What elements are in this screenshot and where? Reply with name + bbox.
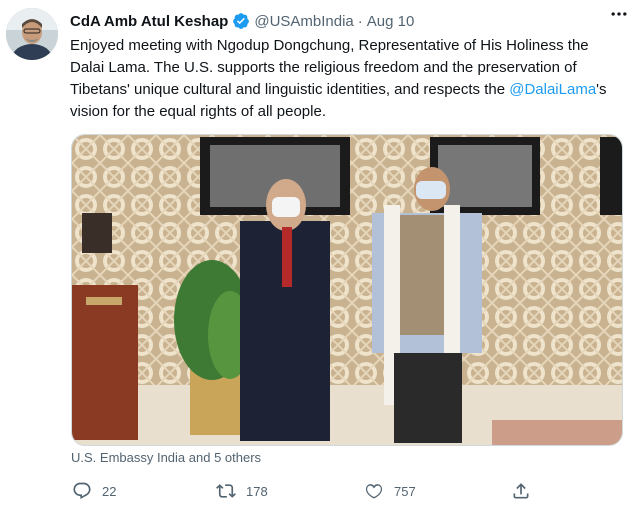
avatar-image <box>6 8 58 60</box>
media-tag-caption[interactable]: U.S. Embassy India and 5 others <box>71 450 261 465</box>
heart-icon <box>365 484 383 499</box>
author-avatar[interactable] <box>6 8 58 60</box>
retweet-icon <box>216 484 236 498</box>
reply-button[interactable]: 22 <box>72 481 116 501</box>
meeting-photo <box>72 135 622 445</box>
verified-badge-icon <box>232 12 250 30</box>
header-separator: · <box>357 12 363 30</box>
share-button[interactable] <box>511 481 531 501</box>
mention-link[interactable]: @DalaiLama <box>509 81 596 98</box>
retweet-button[interactable]: 178 <box>216 481 268 501</box>
reply-icon <box>73 482 91 499</box>
tweet-date[interactable]: Aug 10 <box>367 13 415 30</box>
reply-count: 22 <box>102 483 117 499</box>
share-icon <box>513 483 529 499</box>
author-name[interactable]: CdA Amb Atul Keshap <box>70 13 228 30</box>
like-count: 757 <box>394 483 416 499</box>
more-horizontal-icon <box>611 12 627 16</box>
like-button[interactable]: 757 <box>364 481 416 501</box>
tweet-actions: 22 178 757 <box>70 478 540 504</box>
author-handle[interactable]: @USAmbIndia <box>254 13 353 30</box>
tweet-header: CdA Amb Atul Keshap @USAmbIndia · Aug 10 <box>70 10 630 32</box>
tweet-text: Enjoyed meeting with Ngodup Dongchung, R… <box>70 35 620 123</box>
more-options-button[interactable] <box>606 4 632 24</box>
tweet-photo[interactable] <box>71 134 623 446</box>
retweet-count: 178 <box>246 483 268 499</box>
